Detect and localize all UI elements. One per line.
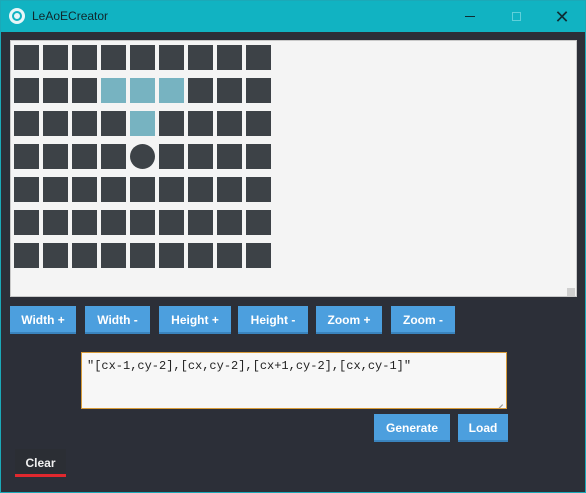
grid-cell[interactable]: [159, 177, 184, 202]
grid-cell[interactable]: [101, 210, 126, 235]
grid-cell[interactable]: [188, 78, 213, 103]
maximize-icon: [511, 12, 521, 21]
grid-cell[interactable]: [72, 78, 97, 103]
grid-cell[interactable]: [14, 144, 39, 169]
minimize-button[interactable]: [447, 1, 493, 32]
grid-cell[interactable]: [130, 177, 155, 202]
grid-cell[interactable]: [217, 243, 242, 268]
grid-cell[interactable]: [217, 45, 242, 70]
grid-cell[interactable]: [188, 45, 213, 70]
grid-center-cell[interactable]: [130, 144, 155, 169]
grid-cell[interactable]: [188, 210, 213, 235]
grid-cell[interactable]: [188, 111, 213, 136]
grid-cell[interactable]: [14, 210, 39, 235]
grid-cell[interactable]: [246, 78, 271, 103]
grid-cell[interactable]: [43, 45, 68, 70]
grid-cell[interactable]: [188, 144, 213, 169]
grid-cell[interactable]: [43, 144, 68, 169]
clear-button[interactable]: Clear: [15, 449, 66, 477]
grid-cell-selected[interactable]: [130, 78, 155, 103]
grid-cell[interactable]: [217, 210, 242, 235]
close-icon: ✕: [554, 6, 570, 27]
app-window: LeAoECreator ✕ Width + Width - Height + …: [0, 0, 586, 493]
grid-cell[interactable]: [14, 111, 39, 136]
grid-cell[interactable]: [159, 45, 184, 70]
grid-cell[interactable]: [159, 111, 184, 136]
grid-cell[interactable]: [217, 78, 242, 103]
generate-button[interactable]: Generate: [374, 414, 450, 442]
zoom-plus-button[interactable]: Zoom +: [316, 306, 382, 334]
grid-cell[interactable]: [246, 111, 271, 136]
grid-cell[interactable]: [188, 243, 213, 268]
grid-cell[interactable]: [14, 177, 39, 202]
grid-cell[interactable]: [43, 111, 68, 136]
height-minus-button[interactable]: Height -: [238, 306, 308, 334]
grid-cell[interactable]: [217, 144, 242, 169]
grid-cell[interactable]: [43, 243, 68, 268]
app-logo-icon: [9, 8, 25, 24]
grid-cell[interactable]: [246, 144, 271, 169]
grid-cell[interactable]: [101, 243, 126, 268]
grid-cell[interactable]: [246, 210, 271, 235]
grid-cell[interactable]: [14, 45, 39, 70]
resize-grip-icon[interactable]: [495, 397, 503, 405]
grid-cell[interactable]: [14, 243, 39, 268]
grid-cell[interactable]: [43, 177, 68, 202]
grid-cell-selected[interactable]: [159, 78, 184, 103]
grid-cell[interactable]: [130, 45, 155, 70]
zoom-minus-button[interactable]: Zoom -: [391, 306, 455, 334]
grid-cell-selected[interactable]: [101, 78, 126, 103]
clear-underline: [15, 474, 66, 477]
maximize-button[interactable]: [493, 1, 539, 32]
close-button[interactable]: ✕: [539, 1, 585, 32]
grid-cell[interactable]: [43, 210, 68, 235]
grid-cell[interactable]: [101, 45, 126, 70]
minimize-icon: [465, 16, 475, 17]
grid-cell[interactable]: [72, 45, 97, 70]
grid-cell[interactable]: [72, 210, 97, 235]
grid-cell[interactable]: [159, 210, 184, 235]
grid-cell[interactable]: [217, 111, 242, 136]
grid-cell[interactable]: [159, 144, 184, 169]
height-plus-button[interactable]: Height +: [159, 306, 231, 334]
grid-cell[interactable]: [43, 78, 68, 103]
title-bar: LeAoECreator ✕: [1, 1, 585, 32]
canvas-resize-corner[interactable]: [567, 288, 575, 296]
grid-cell[interactable]: [101, 144, 126, 169]
grid-cell[interactable]: [72, 177, 97, 202]
grid-cell[interactable]: [188, 177, 213, 202]
output-text: "[cx-1,cy-2],[cx,cy-2],[cx+1,cy-2],[cx,c…: [87, 359, 412, 373]
window-title: LeAoECreator: [32, 9, 109, 23]
grid-cell[interactable]: [130, 243, 155, 268]
width-plus-button[interactable]: Width +: [10, 306, 76, 334]
width-minus-button[interactable]: Width -: [85, 306, 150, 334]
output-textarea[interactable]: "[cx-1,cy-2],[cx,cy-2],[cx+1,cy-2],[cx,c…: [81, 352, 507, 409]
grid-cell[interactable]: [72, 144, 97, 169]
grid-cell[interactable]: [217, 177, 242, 202]
grid-canvas[interactable]: [10, 40, 577, 297]
grid-cell[interactable]: [130, 210, 155, 235]
grid-cell[interactable]: [101, 177, 126, 202]
grid-cell[interactable]: [246, 177, 271, 202]
grid-cell-selected[interactable]: [130, 111, 155, 136]
load-button[interactable]: Load: [458, 414, 508, 442]
grid-cell[interactable]: [72, 243, 97, 268]
grid-cell[interactable]: [101, 111, 126, 136]
grid-cell[interactable]: [246, 243, 271, 268]
grid-cell[interactable]: [14, 78, 39, 103]
grid-cell[interactable]: [159, 243, 184, 268]
grid-cell[interactable]: [72, 111, 97, 136]
grid-cell[interactable]: [246, 45, 271, 70]
